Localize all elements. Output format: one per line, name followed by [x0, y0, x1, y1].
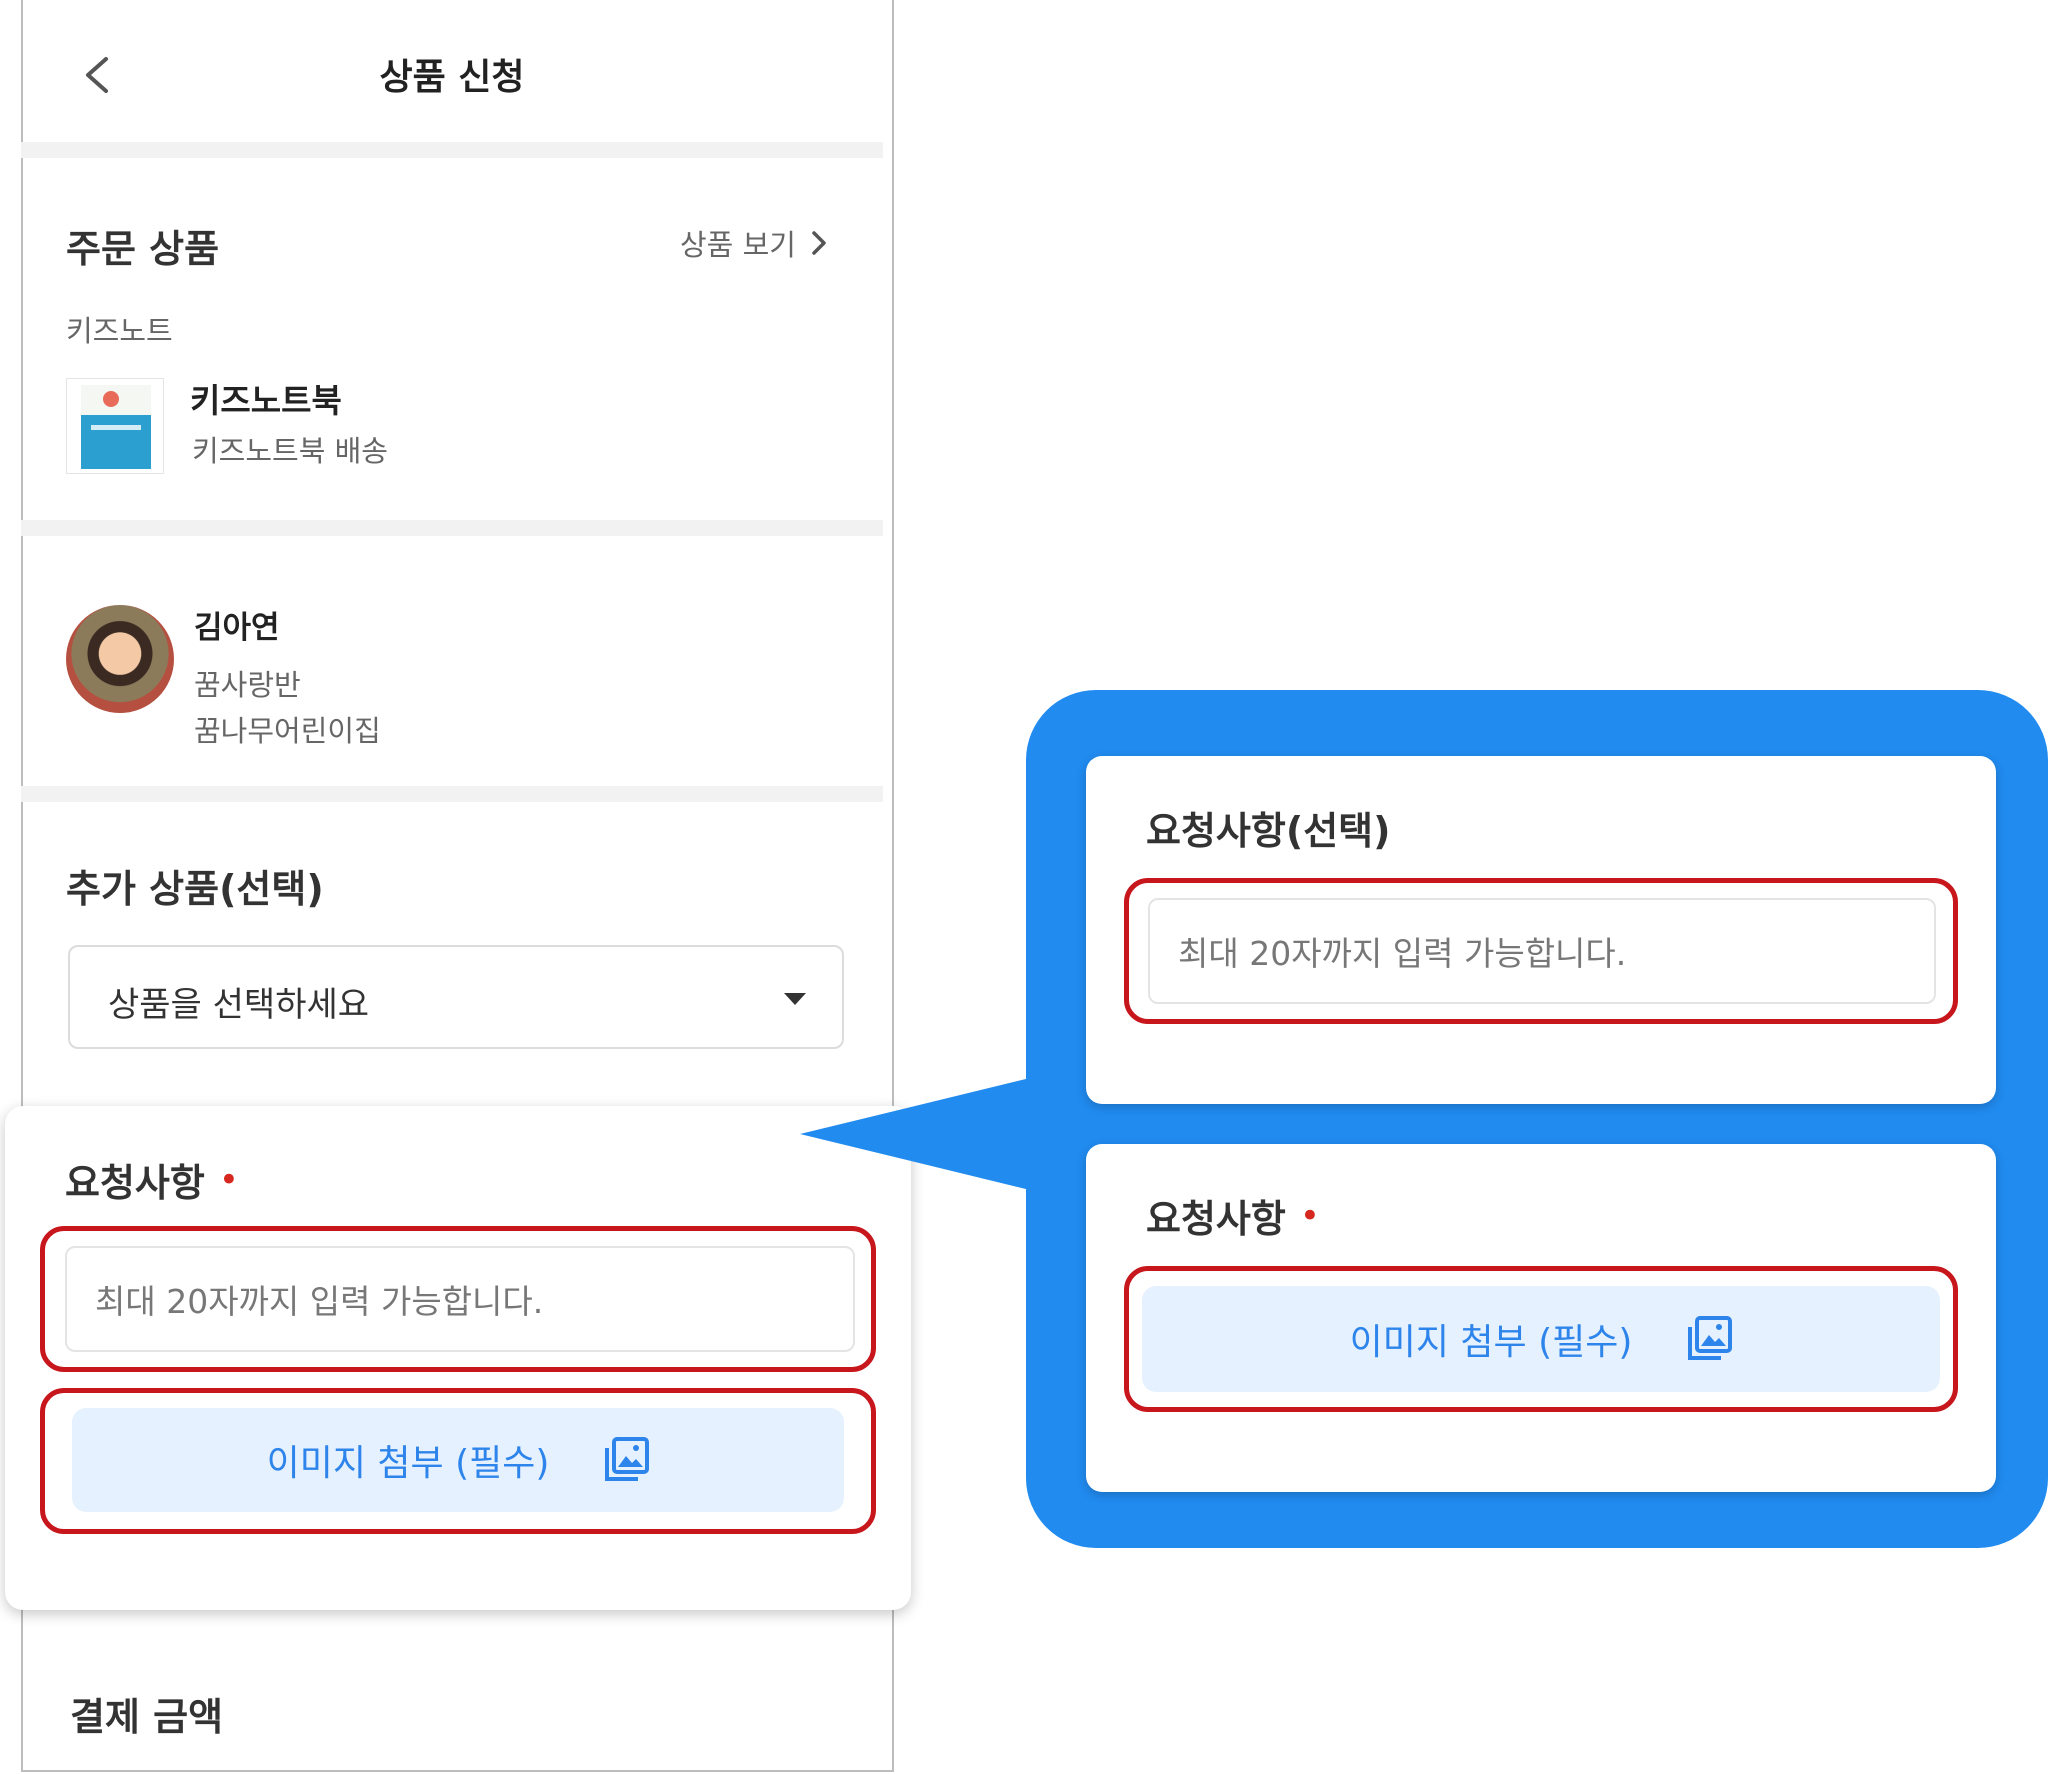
chevron-right-icon: [812, 231, 826, 255]
required-marker: •: [218, 1159, 239, 1200]
view-product-label: 상품 보기: [680, 228, 796, 262]
payment-section-title: 결제 금액: [70, 1695, 224, 1739]
callout-attach-image-button[interactable]: 이미지 첨부 (필수): [1142, 1286, 1940, 1392]
section-divider: [21, 520, 883, 536]
child-class: 꿈사랑반: [194, 668, 301, 702]
product-description: 키즈노트북 배송: [192, 434, 388, 468]
callout-panel: 요청사항(선택) 최대 20자까지 입력 가능합니다. 요청사항 • 이미지 첨…: [1026, 690, 2048, 1548]
page-title: 상품 신청: [379, 57, 525, 98]
image-gallery-icon: [1688, 1316, 1733, 1360]
image-gallery-icon: [605, 1437, 650, 1481]
caret-down-icon: [784, 993, 806, 1005]
required-request-title: 요청사항: [1146, 1197, 1286, 1241]
child-name: 김아연: [194, 610, 280, 646]
section-divider: [21, 142, 883, 158]
product-thumbnail: [66, 378, 164, 474]
child-avatar: [66, 605, 174, 713]
optional-request-input[interactable]: 최대 20자까지 입력 가능합니다.: [1148, 898, 1936, 1004]
attach-image-label: 이미지 첨부 (필수): [266, 1443, 550, 1484]
product-select-value: 상품을 선택하세요: [108, 985, 370, 1025]
product-name: 키즈노트북: [190, 381, 342, 420]
required-request-heading: 요청사항 •: [1146, 1188, 1320, 1243]
required-marker: •: [1299, 1195, 1320, 1236]
brand-label: 키즈노트: [66, 314, 173, 348]
order-section-title: 주문 상품: [66, 227, 220, 271]
extra-section-title: 추가 상품(선택): [66, 867, 324, 911]
request-card: 요청사항 • 최대 20자까지 입력 가능합니다. 이미지 첨부 (필수): [5, 1106, 911, 1610]
optional-request-card: 요청사항(선택) 최대 20자까지 입력 가능합니다.: [1086, 756, 1996, 1104]
request-heading: 요청사항 •: [65, 1152, 239, 1207]
product-select[interactable]: 상품을 선택하세요: [68, 945, 844, 1049]
request-input-placeholder: 최대 20자까지 입력 가능합니다.: [95, 1282, 544, 1321]
attach-image-button[interactable]: 이미지 첨부 (필수): [72, 1408, 844, 1512]
optional-request-placeholder: 최대 20자까지 입력 가능합니다.: [1178, 934, 1627, 973]
section-divider: [21, 786, 883, 802]
required-request-card: 요청사항 • 이미지 첨부 (필수): [1086, 1144, 1996, 1492]
request-section-title: 요청사항: [65, 1161, 205, 1205]
request-input[interactable]: 최대 20자까지 입력 가능합니다.: [65, 1246, 855, 1352]
view-product-link[interactable]: 상품 보기: [680, 222, 828, 264]
child-school: 꿈나무어린이집: [194, 714, 381, 748]
callout-pointer: [800, 1078, 1030, 1190]
optional-request-title: 요청사항(선택): [1146, 809, 1391, 853]
callout-attach-image-label: 이미지 첨부 (필수): [1349, 1322, 1633, 1363]
